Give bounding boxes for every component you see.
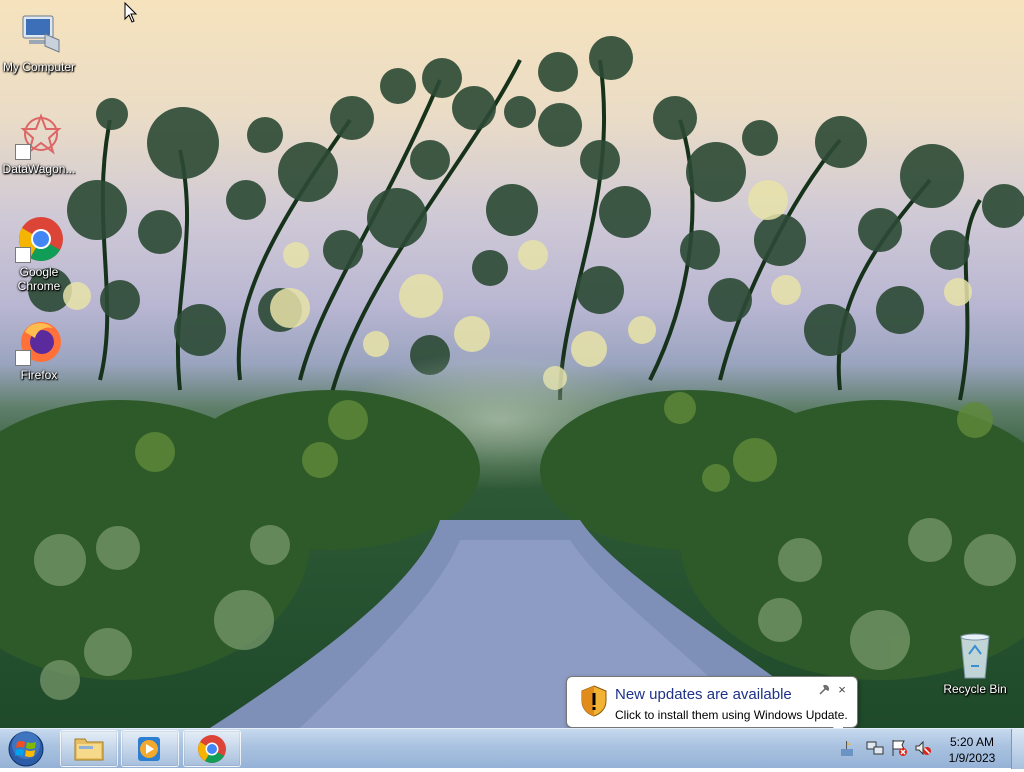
update-flag-icon[interactable]: [838, 739, 856, 757]
desktop-icon-label: My Computer: [2, 60, 76, 74]
desktop-icon-google-chrome[interactable]: Google Chrome: [0, 215, 78, 293]
options-wrench-icon[interactable]: [817, 683, 831, 697]
shortcut-arrow-icon: [15, 350, 31, 366]
close-button[interactable]: ×: [835, 683, 849, 697]
notification-title: New updates are available: [615, 686, 792, 703]
shortcut-arrow-icon: [15, 247, 31, 263]
start-button[interactable]: [6, 731, 46, 767]
desktop-icon-my-computer[interactable]: My Computer: [0, 10, 78, 74]
desktop: My Computer DataWagon... Google Chrome F…: [0, 0, 1024, 728]
clock-date: 1/9/2023: [948, 751, 996, 765]
update-notification-balloon[interactable]: New updates are available Click to insta…: [566, 676, 858, 728]
chrome-icon: [198, 735, 226, 763]
recycle-bin-icon: [951, 632, 999, 680]
clock-time: 5:20 AM: [949, 735, 995, 749]
taskbar: 5:20 AM 1/9/2023: [0, 728, 1024, 769]
taskbar-media-player-button[interactable]: [121, 730, 179, 767]
desktop-icon-label: DataWagon...: [2, 162, 76, 176]
folder-icon: [74, 738, 104, 761]
show-desktop-button[interactable]: [1011, 729, 1024, 769]
datawagon-icon: [15, 112, 63, 160]
volume-muted-icon[interactable]: [914, 739, 932, 757]
action-center-icon[interactable]: [890, 739, 908, 757]
desktop-icon-label: Google Chrome: [17, 265, 61, 293]
firefox-icon: [15, 318, 63, 366]
notification-text: Click to install them using Windows Upda…: [615, 708, 848, 722]
desktop-icon-label: Recycle Bin: [943, 682, 1007, 696]
computer-icon: [15, 10, 63, 58]
wallpaper: [0, 36, 1024, 728]
shortcut-arrow-icon: [15, 144, 31, 160]
security-shield-icon: [581, 685, 607, 717]
desktop-icon-firefox[interactable]: Firefox: [0, 318, 78, 382]
chrome-icon: [15, 215, 63, 263]
media-player-icon: [138, 737, 160, 761]
system-clock[interactable]: 5:20 AM 1/9/2023: [936, 734, 1008, 766]
desktop-icon-datawagon[interactable]: DataWagon...: [0, 112, 78, 176]
network-icon[interactable]: [866, 739, 884, 757]
desktop-icon-recycle-bin[interactable]: Recycle Bin: [936, 632, 1014, 696]
desktop-icon-label: Firefox: [20, 368, 58, 382]
mouse-cursor-icon: [124, 2, 138, 23]
windows-start-icon: [8, 731, 44, 767]
taskbar-chrome-button[interactable]: [183, 730, 241, 767]
taskbar-explorer-button[interactable]: [60, 730, 118, 767]
